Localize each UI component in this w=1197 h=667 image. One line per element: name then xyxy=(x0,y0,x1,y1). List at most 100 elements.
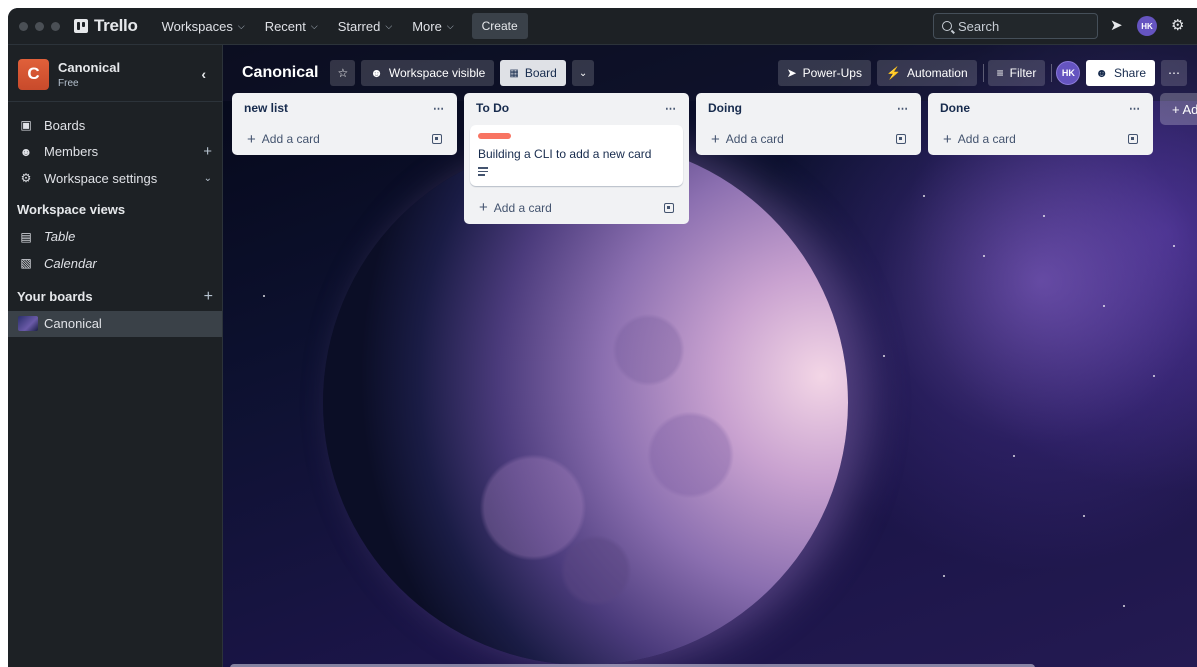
star-decoration xyxy=(263,295,265,297)
star-decoration xyxy=(1103,305,1105,307)
star-decoration xyxy=(1173,245,1175,247)
notifications-icon[interactable]: ➤ xyxy=(1110,17,1123,35)
automation-label: Automation xyxy=(906,66,968,80)
list-title[interactable]: To Do xyxy=(476,101,509,115)
board-icon: ▣ xyxy=(20,118,32,133)
power-ups-label: Power-Ups xyxy=(802,66,862,80)
zoom-window-button[interactable] xyxy=(51,21,60,31)
power-ups-button[interactable]: ➤ Power-Ups xyxy=(777,60,871,86)
window-controls xyxy=(19,21,60,31)
list-column: To Do ⋯ Building a CLI to add a new card… xyxy=(464,93,689,224)
starred-menu[interactable]: Starred ⌵ xyxy=(328,12,402,40)
sidebar-item-members[interactable]: ☻ Members + xyxy=(8,139,222,166)
list-menu-icon[interactable]: ⋯ xyxy=(433,102,445,115)
list-menu-icon[interactable]: ⋯ xyxy=(1129,102,1141,115)
filter-icon: ≡ xyxy=(996,66,1004,80)
sidebar-item-table[interactable]: ▤ Table xyxy=(8,224,222,251)
trello-logo[interactable]: Trello xyxy=(74,16,138,36)
description-icon xyxy=(478,167,488,176)
share-button[interactable]: ☻ Share xyxy=(1086,60,1155,86)
list-title[interactable]: Doing xyxy=(708,101,742,115)
board-icon: ▦ xyxy=(509,67,519,79)
add-card-label: Add a card xyxy=(957,132,1016,146)
add-card-button[interactable]: + Add a card xyxy=(232,123,457,155)
star-decoration xyxy=(923,195,925,197)
app-name: Trello xyxy=(94,16,138,35)
board-canvas: Canonical ☆ ☻ Workspace visible ▦ Board … xyxy=(223,45,1197,667)
sidebar-item-workspace-settings[interactable]: ⚙ Workspace settings ⌄ xyxy=(8,165,222,192)
template-icon[interactable] xyxy=(1128,134,1138,144)
members-icon: ☻ xyxy=(19,144,33,159)
list-menu-icon[interactable]: ⋯ xyxy=(665,102,677,115)
your-boards-label: Your boards xyxy=(17,289,93,304)
sidebar-item-calendar[interactable]: ▧ Calendar xyxy=(8,250,222,277)
recent-menu[interactable]: Recent ⌵ xyxy=(255,12,328,40)
list-title[interactable]: new list xyxy=(244,101,288,115)
add-card-button[interactable]: + Add a card xyxy=(696,123,921,155)
share-label: Share xyxy=(1113,66,1146,80)
card-title: Building a CLI to add a new card xyxy=(478,147,652,161)
plus-icon: + xyxy=(943,130,952,148)
card[interactable]: Building a CLI to add a new card xyxy=(470,125,683,186)
create-button[interactable]: Create xyxy=(471,13,528,39)
visibility-button[interactable]: ☻ Workspace visible xyxy=(361,60,495,86)
automation-button[interactable]: ⚡ Automation xyxy=(876,60,977,86)
sidebar-item-label: Table xyxy=(44,229,76,245)
add-member-icon[interactable]: + xyxy=(203,143,212,160)
views-dropdown-button[interactable]: ⌄ xyxy=(571,60,595,86)
search-placeholder: Search xyxy=(958,18,1000,34)
sidebar-item-board-canonical[interactable]: Canonical xyxy=(8,310,222,337)
sidebar-item-boards[interactable]: ▣ Boards xyxy=(8,112,222,139)
add-card-button[interactable]: + Add a card xyxy=(464,192,689,224)
list-column: Done ⋯ + Add a card xyxy=(928,93,1153,155)
more-icon: ⋯ xyxy=(1168,66,1180,80)
star-decoration xyxy=(1013,455,1015,457)
workspaces-label: Workspaces xyxy=(161,18,233,34)
star-decoration xyxy=(1083,515,1085,517)
workspace-name: Canonical xyxy=(58,59,121,75)
board-member-avatar[interactable]: HK xyxy=(1056,61,1081,85)
workspace-plan: Free xyxy=(58,77,79,89)
star-board-button[interactable]: ☆ xyxy=(330,60,356,86)
chevron-down-icon: ⌵ xyxy=(310,20,318,31)
card-label[interactable] xyxy=(478,133,511,139)
add-card-label: Add a card xyxy=(493,200,552,215)
star-decoration xyxy=(1153,375,1155,377)
board-title[interactable]: Canonical xyxy=(242,64,318,82)
add-list-button[interactable]: + Ad xyxy=(1160,93,1197,125)
starred-label: Starred xyxy=(337,18,381,34)
search-icon xyxy=(942,21,952,31)
template-icon[interactable] xyxy=(896,134,906,144)
sidebar-item-label: Canonical xyxy=(44,316,102,332)
list-title[interactable]: Done xyxy=(940,101,970,115)
list-column: new list ⋯ + Add a card xyxy=(232,93,457,155)
chevron-down-icon: ⌵ xyxy=(385,20,393,31)
collapse-sidebar-icon[interactable]: ‹ xyxy=(201,66,206,82)
template-icon[interactable] xyxy=(664,202,674,213)
minimize-window-button[interactable] xyxy=(35,21,44,31)
search-input[interactable]: Search xyxy=(933,13,1098,39)
star-icon: ☆ xyxy=(337,66,349,80)
rocket-icon: ➤ xyxy=(786,66,797,80)
gear-icon[interactable]: ⚙ xyxy=(1171,17,1184,35)
workspace-avatar[interactable]: C xyxy=(18,58,49,90)
board-view-button[interactable]: ▦ Board xyxy=(500,60,566,86)
workspaces-menu[interactable]: Workspaces ⌵ xyxy=(152,12,255,40)
sidebar: C Canonical Free ‹ ▣ Boards ☻ Members + … xyxy=(8,45,223,667)
close-window-button[interactable] xyxy=(19,21,28,31)
table-icon: ▤ xyxy=(20,229,32,244)
chevron-down-icon[interactable]: ⌄ xyxy=(204,173,212,184)
more-menu[interactable]: More ⌵ xyxy=(402,12,463,40)
star-decoration xyxy=(943,575,945,577)
template-icon[interactable] xyxy=(432,134,442,144)
top-navigation: Trello Workspaces ⌵ Recent ⌵ Starred ⌵ M… xyxy=(8,8,1197,45)
add-board-icon[interactable]: + xyxy=(204,288,213,306)
add-card-button[interactable]: + Add a card xyxy=(928,123,1153,155)
user-avatar[interactable]: HK xyxy=(1137,16,1157,36)
list-menu-icon[interactable]: ⋯ xyxy=(897,102,909,115)
filter-button[interactable]: ≡ Filter xyxy=(987,60,1046,86)
list-header: Doing ⋯ xyxy=(696,93,921,123)
lightning-icon: ⚡ xyxy=(885,66,901,80)
recent-label: Recent xyxy=(264,18,306,34)
board-menu-button[interactable]: ⋯ xyxy=(1161,60,1187,86)
